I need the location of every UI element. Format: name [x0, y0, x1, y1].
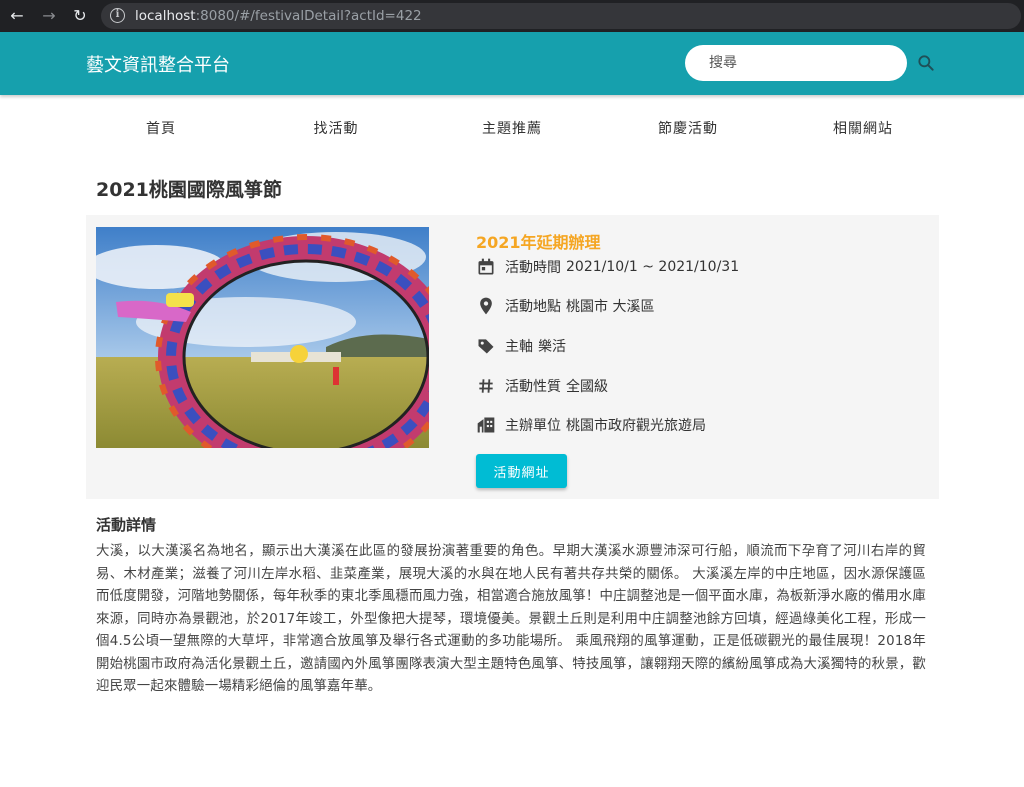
- url-host: localhost: [135, 8, 196, 24]
- event-time-value: 2021/10/1 ~ 2021/10/31: [566, 259, 740, 275]
- event-nature-value: 全國級: [566, 379, 608, 395]
- site-info-icon[interactable]: i: [110, 8, 125, 23]
- tag-icon: [478, 339, 494, 354]
- event-theme-label: 主軸: [505, 339, 533, 355]
- event-host-label: 主辦單位: [505, 418, 561, 434]
- site-title[interactable]: 藝文資訊整合平台: [86, 51, 230, 77]
- event-nature-label: 活動性質: [505, 379, 561, 395]
- event-nature-row: 活動性質 全國級: [476, 374, 608, 398]
- event-info-card: 2021年延期辦理 活動時間 2021/10/1 ~ 2021/10/31 活動…: [86, 215, 939, 499]
- nav-item-home[interactable]: 首頁: [146, 118, 176, 138]
- event-website-button[interactable]: 活動網址: [476, 454, 567, 488]
- browser-toolbar: ← → ↻ i localhost:8080/#/festivalDetail?…: [0, 0, 1024, 32]
- address-bar[interactable]: i localhost:8080/#/festivalDetail?actId=…: [101, 3, 1021, 29]
- nav-item-find-events[interactable]: 找活動: [314, 118, 359, 138]
- building-icon: [477, 417, 495, 433]
- nav-item-related-sites[interactable]: 相關網站: [833, 118, 893, 138]
- reload-button[interactable]: ↻: [68, 4, 92, 28]
- event-host-value: 桃園市政府觀光旅遊局: [566, 418, 706, 434]
- details-heading: 活動詳情: [96, 516, 157, 534]
- url-path: :8080/#/festivalDetail?actId=422: [195, 8, 422, 24]
- search-input[interactable]: [685, 45, 907, 81]
- site-header: 藝文資訊整合平台: [0, 32, 1024, 95]
- nav-item-featured-topics[interactable]: 主題推薦: [482, 118, 542, 138]
- search-icon[interactable]: [916, 53, 936, 73]
- event-theme-value: 樂活: [538, 339, 566, 355]
- back-button[interactable]: ←: [5, 4, 29, 28]
- location-pin-icon: [480, 297, 492, 315]
- event-time-row: 活動時間 2021/10/1 ~ 2021/10/31: [476, 255, 739, 279]
- forward-button[interactable]: →: [37, 4, 61, 28]
- event-place-value: 桃園市 大溪區: [566, 299, 655, 315]
- event-theme-row: 主軸 樂活: [476, 334, 566, 358]
- main-nav: 首頁 找活動 主題推薦 節慶活動 相關網站: [0, 118, 1024, 148]
- event-photo: [96, 227, 429, 448]
- calendar-icon: [478, 258, 494, 275]
- url-text[interactable]: localhost:8080/#/festivalDetail?actId=42…: [135, 7, 422, 25]
- page-title: 2021桃園國際風箏節: [96, 179, 282, 201]
- nav-item-festivals[interactable]: 節慶活動: [658, 118, 718, 138]
- event-place-label: 活動地點: [505, 299, 561, 315]
- event-host-row: 主辦單位 桃園市政府觀光旅遊局: [476, 413, 706, 437]
- event-status: 2021年延期辦理: [476, 233, 601, 252]
- hash-icon: [479, 379, 493, 393]
- details-body: 大溪，以大漢溪名為地名，顯示出大漢溪在此區的發展扮演著重要的角色。早期大漢溪水源…: [96, 544, 926, 694]
- event-place-row: 活動地點 桃園市 大溪區: [476, 294, 654, 318]
- event-time-label: 活動時間: [505, 260, 561, 276]
